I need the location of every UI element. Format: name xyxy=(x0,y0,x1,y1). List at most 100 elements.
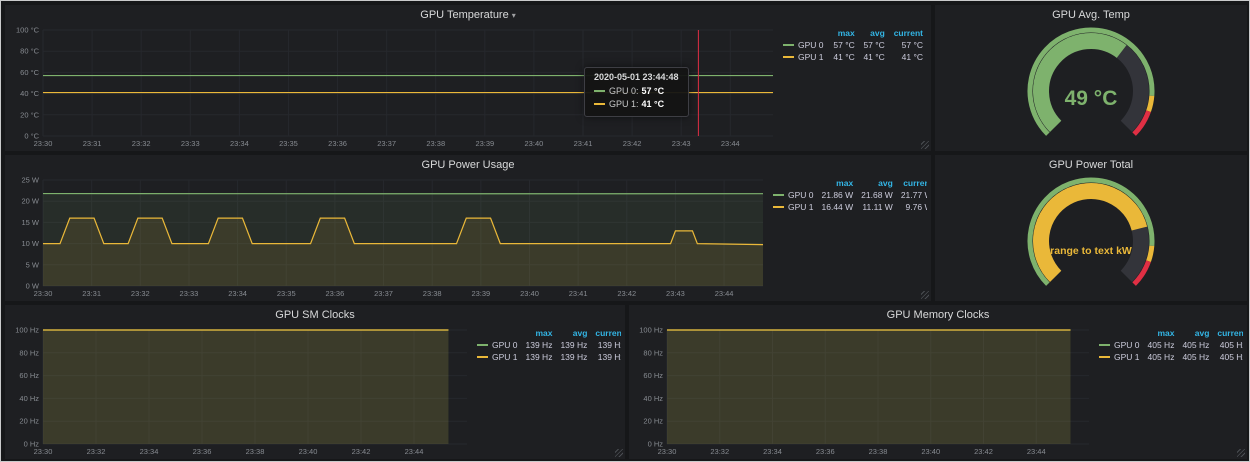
legend-header: max xyxy=(522,327,557,339)
svg-text:23:32: 23:32 xyxy=(131,289,150,298)
series-dash-icon xyxy=(594,103,605,105)
legend-row[interactable]: GPU 0139 Hz139 Hz139 Hz xyxy=(473,339,621,351)
legend-row[interactable]: GPU 057 °C57 °C57 °C xyxy=(779,39,927,51)
legend-header: current xyxy=(889,27,927,39)
legend-value: 405 Hz xyxy=(1213,351,1243,363)
svg-text:20 Hz: 20 Hz xyxy=(643,417,663,426)
series-dash-icon xyxy=(1099,356,1110,358)
svg-text:23:41: 23:41 xyxy=(569,289,588,298)
svg-text:23:38: 23:38 xyxy=(423,289,442,298)
svg-text:23:38: 23:38 xyxy=(869,447,888,456)
series-dash-icon xyxy=(477,356,488,358)
legend-value: 41 °C xyxy=(829,51,859,63)
svg-text:60 °C: 60 °C xyxy=(20,68,39,77)
panel-gpu-power-usage: GPU Power Usage 0 W5 W10 W15 W20 W25 W23… xyxy=(5,155,931,301)
series-dash-icon xyxy=(773,194,784,196)
resize-handle[interactable] xyxy=(921,291,929,299)
legend-row[interactable]: GPU 141 °C41 °C41 °C xyxy=(779,51,927,63)
legend-row[interactable]: GPU 1405 Hz405 Hz405 Hz xyxy=(1095,351,1243,363)
resize-handle[interactable] xyxy=(921,141,929,149)
svg-text:23:42: 23:42 xyxy=(974,447,993,456)
panel-title-gpu-memory-clocks[interactable]: GPU Memory Clocks xyxy=(629,305,1247,325)
series-dash-icon xyxy=(783,44,794,46)
chart-tooltip: 2020-05-01 23:44:48 GPU 0:57 °C GPU 1:41… xyxy=(584,67,689,117)
panel-title-gpu-temperature[interactable]: GPU Temperature▾ xyxy=(5,5,931,25)
panel-gpu-power-total: GPU Power Total range to text kW xyxy=(935,155,1247,301)
svg-text:23:36: 23:36 xyxy=(328,139,347,148)
legend-value: 9.76 W xyxy=(897,201,927,213)
resize-handle[interactable] xyxy=(615,449,623,457)
legend-row[interactable]: GPU 0405 Hz405 Hz405 Hz xyxy=(1095,339,1243,351)
svg-text:23:39: 23:39 xyxy=(471,289,490,298)
legend-gpu-power-usage: maxavgcurrentGPU 021.86 W21.68 W21.77 WG… xyxy=(769,175,927,213)
panel-title-gpu-power-usage[interactable]: GPU Power Usage xyxy=(5,155,931,175)
svg-text:80 Hz: 80 Hz xyxy=(643,348,663,357)
legend-value: 405 Hz xyxy=(1144,339,1179,351)
gpu-memory-clocks-chart[interactable]: 0 Hz20 Hz40 Hz60 Hz80 Hz100 Hz23:3023:32… xyxy=(633,325,1095,457)
legend-value: 139 Hz xyxy=(522,339,557,351)
panel-gpu-sm-clocks: GPU SM Clocks 0 Hz20 Hz40 Hz60 Hz80 Hz10… xyxy=(5,305,625,459)
svg-text:40 Hz: 40 Hz xyxy=(643,394,663,403)
svg-text:23:36: 23:36 xyxy=(326,289,345,298)
gpu-power-usage-chart[interactable]: 0 W5 W10 W15 W20 W25 W23:3023:3123:3223:… xyxy=(9,175,769,299)
svg-text:23:30: 23:30 xyxy=(658,447,677,456)
svg-text:23:38: 23:38 xyxy=(426,139,445,148)
svg-text:40 Hz: 40 Hz xyxy=(19,394,39,403)
legend-value: 139 Hz xyxy=(556,339,591,351)
legend-row[interactable]: GPU 116.44 W11.11 W9.76 W xyxy=(769,201,927,213)
svg-text:23:37: 23:37 xyxy=(377,139,396,148)
legend-header: avg xyxy=(859,27,889,39)
svg-text:10 W: 10 W xyxy=(21,239,39,248)
svg-text:23:40: 23:40 xyxy=(299,447,318,456)
legend-value: 405 Hz xyxy=(1178,351,1213,363)
svg-text:23:30: 23:30 xyxy=(34,289,53,298)
svg-text:23:30: 23:30 xyxy=(34,447,53,456)
legend-value: 57 °C xyxy=(889,39,927,51)
svg-text:25 W: 25 W xyxy=(21,176,39,185)
panel-title-gpu-avg-temp[interactable]: GPU Avg. Temp xyxy=(935,5,1247,25)
panel-title-gpu-sm-clocks[interactable]: GPU SM Clocks xyxy=(5,305,625,325)
svg-text:80 Hz: 80 Hz xyxy=(19,348,39,357)
gauge-value-text: range to text kW xyxy=(935,245,1247,257)
panel-title-gpu-power-total[interactable]: GPU Power Total xyxy=(935,155,1247,175)
legend-value: 139 Hz xyxy=(591,339,621,351)
legend-header: current xyxy=(897,177,927,189)
legend-value: 405 Hz xyxy=(1213,339,1243,351)
resize-handle[interactable] xyxy=(1237,449,1245,457)
svg-text:23:40: 23:40 xyxy=(921,447,940,456)
svg-text:23:44: 23:44 xyxy=(1027,447,1046,456)
svg-text:23:41: 23:41 xyxy=(574,139,593,148)
svg-text:23:32: 23:32 xyxy=(87,447,106,456)
svg-text:23:35: 23:35 xyxy=(277,289,296,298)
svg-text:23:38: 23:38 xyxy=(246,447,265,456)
svg-text:23:42: 23:42 xyxy=(617,289,636,298)
svg-text:23:36: 23:36 xyxy=(193,447,212,456)
gpu-power-total-gauge xyxy=(935,175,1247,297)
grafana-dashboard: GPU Temperature▾ 0 °C20 °C40 °C60 °C80 °… xyxy=(0,0,1250,462)
legend-header: current xyxy=(1213,327,1243,339)
svg-text:23:33: 23:33 xyxy=(180,289,199,298)
svg-text:23:42: 23:42 xyxy=(352,447,371,456)
svg-text:20 °C: 20 °C xyxy=(20,110,39,119)
tooltip-row: GPU 1:41 °C xyxy=(594,98,679,111)
legend-value: 57 °C xyxy=(829,39,859,51)
svg-text:23:34: 23:34 xyxy=(140,447,159,456)
legend-row[interactable]: GPU 1139 Hz139 Hz139 Hz xyxy=(473,351,621,363)
legend-value: 139 Hz xyxy=(556,351,591,363)
svg-text:23:40: 23:40 xyxy=(520,289,539,298)
svg-text:23:31: 23:31 xyxy=(82,289,101,298)
legend-value: 139 Hz xyxy=(522,351,557,363)
svg-text:40 °C: 40 °C xyxy=(20,89,39,98)
svg-text:23:39: 23:39 xyxy=(475,139,494,148)
panel-gpu-temperature: GPU Temperature▾ 0 °C20 °C40 °C60 °C80 °… xyxy=(5,5,931,151)
svg-text:15 W: 15 W xyxy=(21,218,39,227)
legend-header: avg xyxy=(1178,327,1213,339)
legend-value: 21.86 W xyxy=(818,189,858,201)
svg-text:23:43: 23:43 xyxy=(666,289,685,298)
gpu-sm-clocks-chart[interactable]: 0 Hz20 Hz40 Hz60 Hz80 Hz100 Hz23:3023:32… xyxy=(9,325,473,457)
legend-value: 405 Hz xyxy=(1144,351,1179,363)
legend-gpu-sm-clocks: maxavgcurrentGPU 0139 Hz139 Hz139 HzGPU … xyxy=(473,325,621,363)
legend-row[interactable]: GPU 021.86 W21.68 W21.77 W xyxy=(769,189,927,201)
legend-gpu-temperature: maxavgcurrentGPU 057 °C57 °C57 °CGPU 141… xyxy=(779,25,927,63)
svg-text:100 Hz: 100 Hz xyxy=(639,326,663,335)
